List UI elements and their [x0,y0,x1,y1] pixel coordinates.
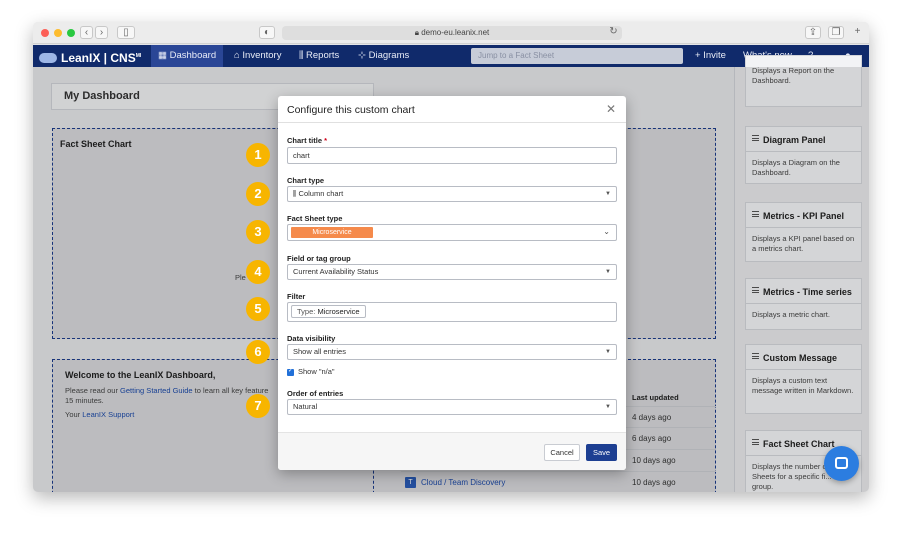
data-visibility-select[interactable]: Show all entries ▼ [287,344,617,360]
save-button[interactable]: Save [586,444,617,461]
step-badge: 5 [246,297,270,321]
checkmark-icon: ✓ [288,368,294,374]
chat-launcher-button[interactable] [824,446,859,481]
maximize-window-button[interactable] [67,29,75,37]
modal-footer: Cancel Save [278,432,626,470]
bar-chart-icon: ⫼ [299,50,307,61]
tabs-icon[interactable]: ❐ [828,26,844,39]
browser-toolbar: ‹ › ▯ ◐ 🔒︎ demo-eu.leanix.net ↻ ⇪ ❐ + [33,22,869,44]
chevron-down-icon: ▼ [605,191,611,197]
chevron-down-icon: ▼ [605,269,611,275]
step-badge: 4 [246,260,270,284]
chart-type-label: Chart type [287,176,325,185]
step-badge: 3 [246,220,270,244]
shield-icon[interactable]: ◐ [259,26,275,39]
order-label: Order of entries [287,389,344,398]
step-badge: 7 [246,394,270,418]
cancel-button[interactable]: Cancel [544,444,580,461]
step-badge: 1 [246,143,270,167]
url-text: demo-eu.leanix.net [421,28,490,37]
address-bar[interactable]: 🔒︎ demo-eu.leanix.net [282,26,622,40]
data-visibility-label: Data visibility [287,334,336,343]
filter-input[interactable]: Type: Microservice [287,302,617,322]
invite-button[interactable]: + Invite [688,45,733,67]
new-tab-icon[interactable]: + [851,26,864,39]
close-window-button[interactable] [41,29,49,37]
share-icon[interactable]: ⇪ [805,26,821,39]
step-badge: 6 [246,340,270,364]
chevron-down-icon: ▼ [605,349,611,355]
step-badge: 2 [246,182,270,206]
minimize-window-button[interactable] [54,29,62,37]
microservice-tag: Microservice [291,227,373,238]
app-navbar: LeanIX | CNSMI ▦ Dashboard ⌂ Inventory ⫼… [33,45,869,67]
logo-mark-icon [39,53,57,63]
chevron-down-icon: ⌄ [603,227,610,236]
back-icon[interactable]: ‹ [80,26,93,39]
nav-diagrams[interactable]: ⊹ Diagrams [351,45,416,67]
reload-icon[interactable]: ↻ [607,26,620,39]
filter-label: Filter [287,292,306,301]
modal-header: Configure this custom chart ✕ [278,96,626,123]
filter-chip[interactable]: Type: Microservice [291,305,366,318]
chart-type-select[interactable]: ⫼ Column chart ▼ [287,186,617,202]
forward-icon[interactable]: › [95,26,108,39]
nav-reports[interactable]: ⫼ Reports [292,45,346,67]
grid-icon: ▦ [158,50,170,61]
chart-title-input[interactable]: chart [287,147,617,164]
diagram-icon: ⊹ [358,50,369,61]
browser-window: ‹ › ▯ ◐ 🔒︎ demo-eu.leanix.net ↻ ⇪ ❐ + Le… [33,22,869,492]
configure-chart-modal: Configure this custom chart ✕ Chart titl… [278,96,626,470]
fact-sheet-type-select[interactable]: Microservice ⌄ [287,224,617,241]
jump-search-input[interactable]: Jump to a Fact Sheet [471,48,683,64]
show-na-label[interactable]: Show "n/a" [298,367,335,377]
chat-icon [835,457,848,469]
modal-title: Configure this custom chart [287,104,415,116]
leanix-logo[interactable]: LeanIX | CNSMI [39,49,141,65]
nav-inventory[interactable]: ⌂ Inventory [227,45,288,67]
field-tag-group-label: Field or tag group [287,254,351,263]
field-tag-group-select[interactable]: Current Availability Status ▼ [287,264,617,280]
sidebar-toggle-icon[interactable]: ▯ [117,26,135,39]
fact-sheet-type-label: Fact Sheet type [287,214,343,223]
chevron-down-icon: ▼ [605,404,611,410]
order-select[interactable]: Natural ▼ [287,399,617,415]
lock-icon: 🔒︎ [414,28,419,37]
nav-dashboard[interactable]: ▦ Dashboard [151,45,224,67]
chart-title-label: Chart title * [287,136,328,145]
close-icon[interactable]: ✕ [606,102,616,116]
